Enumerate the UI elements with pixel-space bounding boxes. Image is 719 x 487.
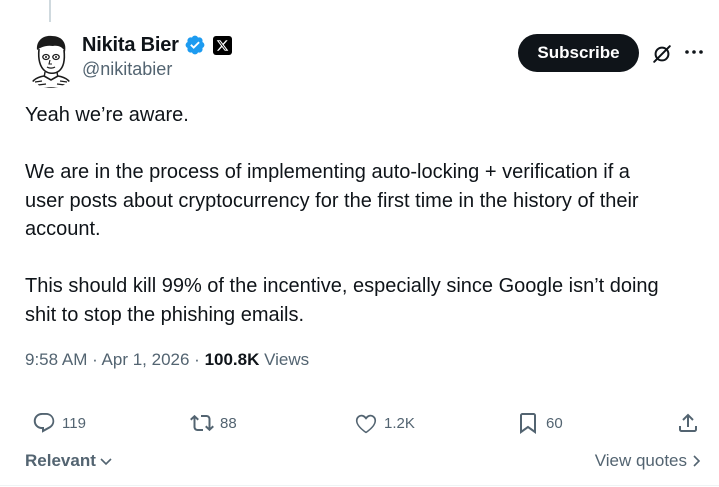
- x-logo-icon[interactable]: [212, 35, 232, 55]
- reply-count: 119: [62, 414, 86, 432]
- tweet-meta: 9:58 AM · Apr 1, 2026 · 100.8K Views: [25, 350, 309, 370]
- views-count: 100.8K: [204, 350, 260, 369]
- clipped-like-icon: [372, 0, 384, 4]
- verified-badge-icon[interactable]: [184, 34, 206, 56]
- bookmark-count: 60: [546, 414, 563, 432]
- heart-icon: [355, 414, 377, 434]
- repost-button[interactable]: 88: [190, 408, 237, 438]
- share-button[interactable]: [676, 408, 700, 438]
- repost-count: 88: [220, 414, 237, 432]
- tweet-line: We are in the process of implementing au…: [25, 161, 630, 183]
- thread-connector-line: [49, 0, 51, 22]
- tweet-line: shit to stop the phishing emails.: [25, 303, 305, 326]
- tweet-line: This should kill 99% of the incentive, e…: [25, 275, 659, 297]
- more-options-icon[interactable]: [684, 48, 704, 56]
- reply-icon: [33, 413, 55, 433]
- tweet-line: user posts about cryptocurrency for the …: [25, 189, 639, 212]
- clipped-repost-icon: [258, 0, 270, 4]
- view-quotes-label: View quotes: [594, 451, 687, 470]
- share-icon: [679, 413, 697, 432]
- like-count: 1.2K: [384, 414, 415, 432]
- views-label: Views: [259, 350, 310, 369]
- avatar-illustration: [22, 30, 80, 88]
- divider: [0, 485, 719, 486]
- avatar[interactable]: [22, 30, 80, 88]
- clipped-bookmark-icon: [648, 0, 662, 4]
- like-button[interactable]: 1.2K: [354, 408, 415, 438]
- tweet-date[interactable]: Apr 1, 2026: [102, 350, 190, 369]
- clipped-share-icon: [686, 0, 700, 4]
- tweet-line: Yeah we’re aware.: [25, 104, 189, 126]
- top-strip: [0, 0, 719, 22]
- bookmark-icon: [520, 413, 536, 434]
- tweet-text: Yeah we’re aware. We are in the process …: [25, 101, 705, 329]
- meta-separator: ·: [189, 350, 205, 369]
- author-name-row: Nikita Bier: [82, 32, 232, 58]
- sort-label: Relevant: [25, 451, 96, 470]
- author-handle[interactable]: @nikitabier: [82, 59, 172, 80]
- reply-button[interactable]: 119: [32, 408, 86, 438]
- sort-replies-dropdown[interactable]: Relevant: [25, 451, 114, 471]
- chevron-down-icon: [100, 458, 112, 466]
- tweet-line: account.: [25, 218, 101, 240]
- repost-icon: [190, 414, 214, 432]
- clipped-reply-icon: [86, 0, 98, 4]
- view-quotes-link[interactable]: View quotes: [595, 451, 701, 471]
- subscribe-button[interactable]: Subscribe: [518, 34, 639, 72]
- author-name[interactable]: Nikita Bier: [82, 34, 179, 57]
- chevron-right-icon: [693, 455, 701, 467]
- grok-icon[interactable]: [651, 43, 673, 65]
- tweet-actions: 119 88 1.2K 60: [0, 408, 719, 438]
- bookmark-button[interactable]: 60: [516, 408, 563, 438]
- tweet-time[interactable]: 9:58 AM: [25, 350, 87, 369]
- clipped-views-icon: [508, 0, 520, 4]
- meta-separator: ·: [87, 350, 102, 369]
